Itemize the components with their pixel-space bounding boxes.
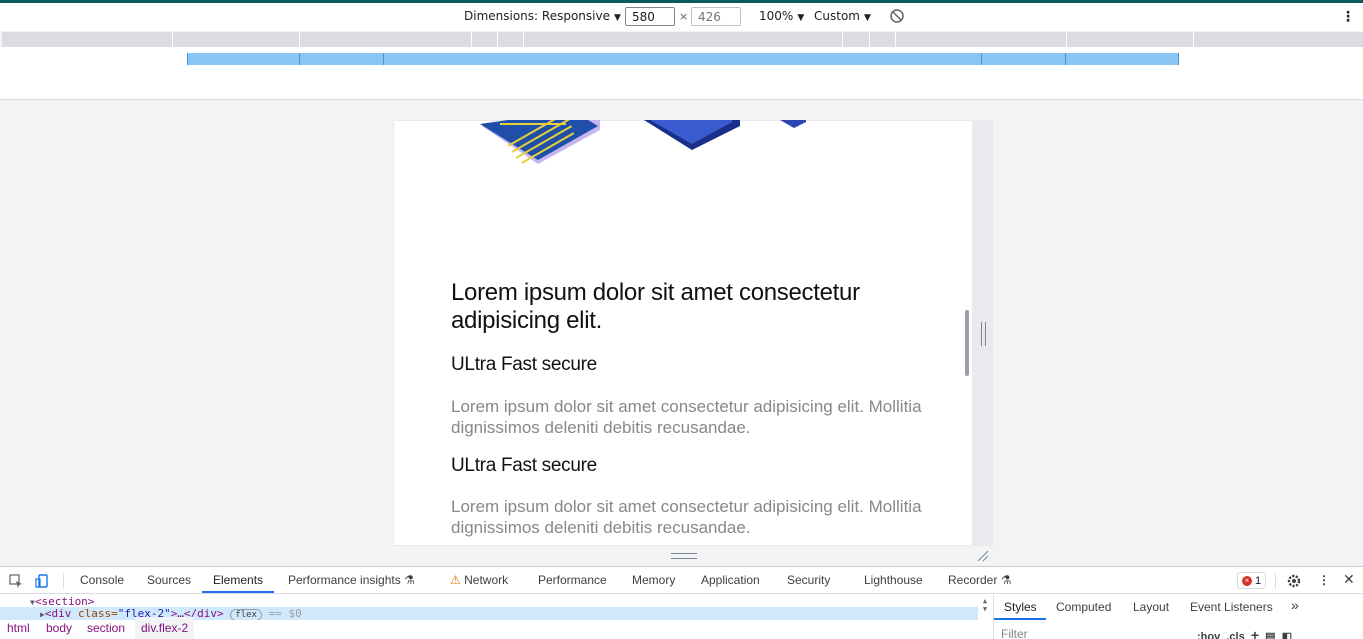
error-count: 1 [1254, 574, 1262, 587]
resize-corner-icon[interactable] [976, 549, 990, 563]
mq-blue-divider [981, 53, 982, 65]
mq-divider [172, 32, 173, 47]
rotate-off-icon[interactable] [889, 8, 905, 24]
feature-title: ULtra Fast secure [451, 354, 597, 375]
tab-recorder[interactable]: Recorder ⚗ [948, 573, 1011, 587]
devtools-tabbar: Console Sources Elements Performance ins… [0, 567, 1363, 594]
more-tabs-icon[interactable]: » [1291, 597, 1299, 613]
dom-tree-scroll[interactable]: ▲ ▼ [979, 597, 991, 617]
feature-text: Lorem ipsum dolor sit amet consectetur a… [451, 497, 922, 537]
mq-divider [895, 32, 896, 47]
tabbar-separator [63, 573, 64, 589]
viewport-scrollbar[interactable] [965, 310, 969, 376]
scroll-up-icon[interactable]: ▲ [979, 597, 991, 605]
tab-elements[interactable]: Elements [213, 573, 263, 587]
paint-icon[interactable]: ▤ [1265, 631, 1275, 639]
mq-divider [471, 32, 472, 47]
flask-icon: ⚗ [1000, 573, 1012, 587]
zoom-label: 100% [759, 9, 794, 23]
zoom-dropdown[interactable]: 100% ▼ [759, 9, 804, 23]
tab-label: Network [464, 573, 509, 587]
breadcrumb-html[interactable]: html [7, 621, 30, 635]
inspect-element-icon[interactable] [8, 573, 24, 589]
tab-security[interactable]: Security [787, 573, 830, 587]
height-input[interactable] [691, 7, 741, 26]
breadcrumb-body[interactable]: body [46, 621, 72, 635]
hov-toggle[interactable]: :hov [1197, 631, 1220, 639]
dimensions-dropdown[interactable]: Dimensions: Responsive ▼ [464, 9, 621, 23]
media-query-bar-gray[interactable] [2, 32, 1363, 47]
tab-memory[interactable]: Memory [632, 573, 675, 587]
scroll-down-icon[interactable]: ▼ [979, 605, 991, 613]
tab-label: Recorder [948, 573, 998, 587]
device-toolbar: Dimensions: Responsive▼ × 100%▼ Custom▼ … [0, 3, 1363, 31]
dimensions-label: Dimensions: Responsive [464, 9, 610, 23]
tab-sources[interactable]: Sources [147, 573, 191, 587]
media-query-bar-blue[interactable] [187, 53, 1179, 65]
resize-handle-bottom[interactable] [671, 553, 697, 559]
new-rule-icon[interactable]: + [1251, 627, 1259, 639]
tab-styles[interactable]: Styles [1004, 600, 1037, 614]
chevron-down-icon: ▼ [613, 13, 621, 23]
tab-performance-insights[interactable]: Performance insights ⚗ [288, 573, 415, 587]
mq-blue-divider [1065, 53, 1066, 65]
breadcrumb-div-flex-2[interactable]: div.flex-2 [135, 617, 195, 639]
breadcrumb-section[interactable]: section [87, 621, 125, 635]
hero-heading-block: Lorem ipsum dolor sit amet consectetur a… [451, 279, 941, 335]
active-tab-indicator [202, 591, 274, 593]
feature-title: ULtra Fast secure [451, 455, 597, 476]
tab-computed[interactable]: Computed [1056, 600, 1111, 614]
throttle-dropdown[interactable]: Custom ▼ [814, 9, 871, 23]
feature-text: Lorem ipsum dolor sit amet consectetur a… [451, 397, 922, 437]
styles-filter-input[interactable]: Filter [1001, 627, 1028, 639]
mq-divider [1193, 32, 1194, 47]
times-symbol: × [679, 10, 689, 23]
error-icon: × [1241, 575, 1252, 586]
mq-divider [523, 32, 524, 47]
width-input[interactable] [625, 7, 675, 26]
close-icon[interactable]: ✕ [1343, 571, 1355, 588]
mq-divider [497, 32, 498, 47]
mq-blue-divider [383, 53, 384, 65]
mq-divider [1066, 32, 1067, 47]
mq-blue-divider [299, 53, 300, 65]
mq-divider [299, 32, 300, 47]
chevron-down-icon: ▼ [797, 13, 805, 23]
page-heading: Lorem ipsum dolor sit amet consectetur a… [451, 279, 860, 334]
tab-layout[interactable]: Layout [1133, 600, 1169, 614]
devtools-panel: Console Sources Elements Performance ins… [0, 566, 1363, 639]
more-options-icon[interactable]: ⋮ [1341, 9, 1355, 25]
mq-divider [869, 32, 870, 47]
hero-illustration [480, 120, 806, 164]
devtools-more-icon[interactable]: ⋮ [1318, 573, 1330, 587]
chevron-down-icon: ▼ [863, 13, 871, 23]
tab-label: Performance insights [288, 573, 401, 587]
tab-performance[interactable]: Performance [538, 573, 607, 587]
devtools-window: Dimensions: Responsive▼ × 100%▼ Custom▼ … [0, 0, 1363, 639]
flask-icon: ⚗ [404, 573, 415, 587]
error-count-badge[interactable]: × 1 [1237, 572, 1266, 589]
warning-icon: ⚠ [450, 573, 461, 587]
resize-handle-right[interactable] [981, 322, 986, 346]
tab-event-listeners[interactable]: Event Listeners [1190, 600, 1273, 614]
tab-application[interactable]: Application [701, 573, 760, 587]
device-toggle-icon[interactable] [34, 573, 50, 589]
tabbar-separator [1275, 573, 1276, 589]
cls-toggle[interactable]: .cls [1226, 631, 1244, 639]
settings-gear-icon[interactable] [1286, 573, 1302, 589]
tab-network[interactable]: ⚠ Network [450, 573, 508, 587]
breadcrumb: html body section div.flex-2 [0, 617, 993, 639]
styles-toolbar: :hov .cls + ▤ ◧ [1197, 627, 1292, 639]
toolbar-border [0, 99, 1363, 100]
mq-divider [842, 32, 843, 47]
styles-sidebar: Styles Computed Layout Event Listeners »… [993, 595, 1363, 639]
throttle-label: Custom [814, 9, 860, 23]
tab-lighthouse[interactable]: Lighthouse [864, 573, 923, 587]
tab-console[interactable]: Console [80, 573, 124, 587]
toggle-sidebar-icon[interactable]: ◧ [1282, 631, 1292, 639]
active-sidebar-tab-indicator [994, 618, 1046, 620]
